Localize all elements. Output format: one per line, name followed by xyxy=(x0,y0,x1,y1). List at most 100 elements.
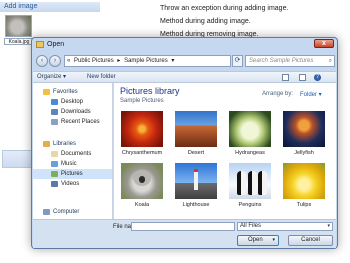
file-name: Hydrangeas xyxy=(235,150,265,156)
address-bar[interactable]: « Public Pictures ▸ Sample Pictures ▾ xyxy=(64,55,231,67)
add-image-header[interactable]: Add image xyxy=(0,2,100,12)
nav-pictures[interactable]: Pictures xyxy=(33,169,112,179)
file-name-input[interactable] xyxy=(131,222,235,231)
jellyfish-thumbnail xyxy=(283,111,325,147)
open-button[interactable]: Open ▾ xyxy=(237,235,279,246)
address-dropdown-icon[interactable]: ▾ xyxy=(171,58,174,64)
library-title: Pictures library xyxy=(120,86,180,96)
penguin-shape xyxy=(237,171,246,195)
navigation-pane: Favorites Desktop Downloads Recent Place… xyxy=(33,83,113,219)
file-tile-penguins[interactable]: Penguins xyxy=(226,163,274,210)
file-name: Penguins xyxy=(238,202,262,208)
arrange-by-label: Arrange by: xyxy=(262,91,294,97)
status-line: Throw an exception during adding image. xyxy=(160,5,289,12)
penguin-shape xyxy=(258,171,267,195)
search-placeholder: Search Sample Pictures xyxy=(249,58,314,64)
status-log: Throw an exception during adding image. … xyxy=(160,2,350,41)
downloads-icon xyxy=(51,109,58,115)
nav-documents[interactable]: Documents xyxy=(33,149,112,159)
arrange-by-dropdown[interactable]: Folder ▾ xyxy=(300,91,322,98)
open-file-dialog: Open x ‹ › « Public Pictures ▸ Sample Pi… xyxy=(31,37,338,249)
nav-label: Recent Places xyxy=(61,119,100,125)
file-list-pane: Pictures library Sample Pictures Arrange… xyxy=(114,83,336,219)
command-toolbar: Organize ▾ New folder ? xyxy=(33,71,336,83)
dialog-footer: File name: All Files ▾ Open ▾ Cancel xyxy=(33,219,336,248)
music-icon xyxy=(51,161,58,167)
file-tile-jellyfish[interactable]: Jellyfish xyxy=(280,111,328,158)
nav-label: Videos xyxy=(61,181,80,187)
lighthouse-thumbnail xyxy=(175,163,217,199)
videos-icon xyxy=(51,181,58,187)
help-icon[interactable]: ? xyxy=(314,74,321,81)
recent-places-icon xyxy=(51,119,58,125)
tulips-thumbnail xyxy=(283,163,325,199)
chevron-down-icon[interactable]: ▾ xyxy=(272,236,275,245)
nav-label: Favorites xyxy=(53,89,78,95)
file-tile-lighthouse[interactable]: Lighthouse xyxy=(172,163,220,210)
nav-label: Documents xyxy=(61,151,92,157)
file-tile-desert[interactable]: Desert xyxy=(172,111,220,158)
search-input[interactable]: Search Sample Pictures ⌕ xyxy=(245,55,335,67)
chrysanthemum-thumbnail xyxy=(121,111,163,147)
file-name: Chrysanthemum xyxy=(121,150,163,156)
penguin-shape xyxy=(248,171,257,195)
koala-nose xyxy=(139,176,145,183)
dialog-titlebar[interactable]: Open x xyxy=(32,38,337,52)
forward-button[interactable]: › xyxy=(49,55,61,67)
nav-computer[interactable]: Computer xyxy=(33,207,112,217)
star-icon xyxy=(43,89,50,95)
open-button-label: Open xyxy=(248,237,263,243)
search-icon: ⌕ xyxy=(328,58,332,64)
preview-pane-icon[interactable] xyxy=(299,74,306,81)
refresh-button[interactable]: ⟳ xyxy=(232,55,243,67)
desert-thumbnail xyxy=(175,111,217,147)
nav-videos[interactable]: Videos xyxy=(33,179,112,189)
file-tile-tulips[interactable]: Tulips xyxy=(280,163,328,210)
new-folder-button[interactable]: New folder xyxy=(87,73,116,82)
nav-libraries[interactable]: Libraries xyxy=(33,139,112,149)
breadcrumb-sample-pictures[interactable]: Sample Pictures xyxy=(124,58,168,64)
nav-label: Pictures xyxy=(61,171,83,177)
nav-label: Music xyxy=(61,161,77,167)
cancel-button[interactable]: Cancel xyxy=(288,235,333,246)
file-name: Koala xyxy=(134,202,150,208)
nav-label: Desktop xyxy=(61,99,84,105)
lighthouse-tower xyxy=(194,169,198,190)
views-icon[interactable] xyxy=(282,74,289,81)
status-line: Method during adding image. xyxy=(160,18,251,25)
file-tile-chrysanthemum[interactable]: Chrysanthemum xyxy=(118,111,166,158)
file-tile-koala[interactable]: Koala xyxy=(118,163,166,210)
file-type-select[interactable]: All Files ▾ xyxy=(237,222,333,231)
breadcrumb-overflow[interactable]: « xyxy=(67,58,70,64)
chevron-down-icon: ▾ xyxy=(327,223,330,229)
computer-icon xyxy=(43,209,50,215)
file-type-value: All Files xyxy=(240,223,262,229)
thumbnail-caption: Koala.jpg xyxy=(4,38,34,45)
dialog-title: Open xyxy=(47,41,65,48)
nav-desktop[interactable]: Desktop xyxy=(33,97,112,107)
nav-music[interactable]: Music xyxy=(33,159,112,169)
koala-thumbnail xyxy=(121,163,163,199)
desktop-icon xyxy=(51,99,58,105)
documents-icon xyxy=(51,151,58,157)
back-button[interactable]: ‹ xyxy=(36,55,48,67)
libraries-icon xyxy=(43,141,50,147)
file-tile-hydrangeas[interactable]: Hydrangeas xyxy=(226,111,274,158)
library-subtitle: Sample Pictures xyxy=(120,98,164,104)
folder-icon xyxy=(36,41,44,48)
pictures-icon xyxy=(51,171,58,177)
file-name: Lighthouse xyxy=(182,202,210,208)
nav-downloads[interactable]: Downloads xyxy=(33,107,112,117)
koala-thumbnail[interactable] xyxy=(5,15,32,37)
nav-favorites[interactable]: Favorites xyxy=(33,87,112,97)
breadcrumb-public-pictures[interactable]: Public Pictures xyxy=(74,58,114,64)
nav-recent-places[interactable]: Recent Places xyxy=(33,117,112,127)
hydrangeas-thumbnail xyxy=(229,111,271,147)
file-name: Jellyfish xyxy=(294,150,314,156)
breadcrumb-separator[interactable]: ▸ xyxy=(117,58,120,64)
file-name: Desert xyxy=(187,150,205,156)
penguins-thumbnail xyxy=(229,163,271,199)
organize-menu[interactable]: Organize ▾ xyxy=(37,73,66,82)
nav-label: Libraries xyxy=(53,141,77,147)
close-button[interactable]: x xyxy=(314,39,334,48)
